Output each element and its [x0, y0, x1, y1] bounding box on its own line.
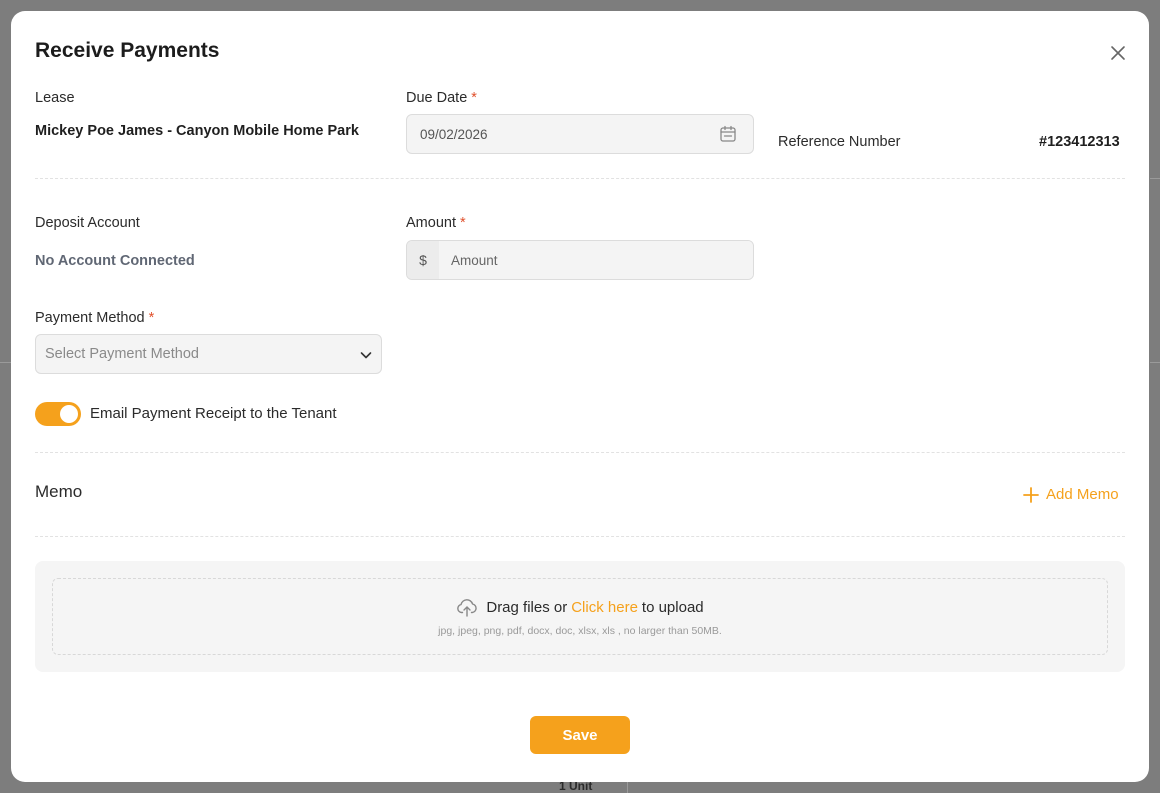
section-divider — [35, 178, 1125, 179]
payment-method-placeholder: Select Payment Method — [45, 346, 199, 362]
upload-area: Drag files or Click here to upload jpg, … — [35, 561, 1125, 672]
add-memo-button[interactable]: Add Memo — [1023, 486, 1119, 503]
reference-number-value: #123412313 — [1039, 134, 1120, 150]
file-drop-zone[interactable]: Drag files or Click here to upload jpg, … — [52, 578, 1108, 655]
chevron-down-icon — [360, 352, 372, 359]
payment-method-label: Payment Method * — [35, 310, 154, 326]
lease-value: Mickey Poe James - Canyon Mobile Home Pa… — [35, 123, 359, 139]
add-memo-label: Add Memo — [1046, 486, 1119, 503]
required-mark: * — [460, 215, 466, 231]
memo-label: Memo — [35, 482, 83, 501]
lease-label: Lease — [35, 90, 75, 106]
upload-text-before: Drag files or — [486, 598, 568, 616]
upload-text-after: to upload — [641, 598, 704, 616]
payment-method-label-text: Payment Method — [35, 310, 145, 326]
due-date-label: Due Date * — [406, 90, 477, 106]
upload-file-types-hint: jpg, jpeg, png, pdf, docx, doc, xlsx, xl… — [438, 625, 722, 637]
currency-prefix: $ — [407, 241, 439, 279]
required-mark: * — [148, 310, 155, 326]
required-mark: * — [471, 90, 477, 106]
cloud-upload-icon — [457, 599, 478, 617]
amount-label-text: Amount — [406, 215, 456, 231]
section-divider — [35, 452, 1125, 453]
plus-icon — [1023, 486, 1039, 503]
close-icon[interactable] — [1107, 42, 1129, 64]
deposit-account-label: Deposit Account — [35, 215, 140, 231]
deposit-account-value: No Account Connected — [35, 253, 195, 269]
payment-method-select[interactable]: Select Payment Method — [35, 334, 382, 374]
section-divider — [35, 536, 1125, 537]
amount-label: Amount * — [406, 215, 466, 231]
email-receipt-toggle[interactable] — [35, 402, 81, 426]
due-date-field[interactable]: 09/02/2026 — [406, 114, 754, 154]
background-divider — [1150, 362, 1160, 363]
calendar-icon[interactable] — [719, 125, 737, 143]
amount-field: $ — [406, 240, 754, 280]
upload-instructions: Drag files or Click here to upload — [53, 596, 1107, 618]
due-date-label-text: Due Date — [406, 90, 468, 106]
amount-input[interactable] — [439, 241, 753, 279]
save-button[interactable]: Save — [530, 716, 630, 754]
upload-click-here-link[interactable]: Click here — [571, 599, 638, 616]
reference-number-label: Reference Number — [778, 134, 901, 150]
background-divider — [1150, 178, 1160, 179]
background-divider — [627, 782, 628, 793]
toggle-knob — [60, 405, 78, 423]
email-receipt-label: Email Payment Receipt to the Tenant — [90, 405, 337, 422]
receive-payments-modal: Receive Payments Lease Mickey Poe James … — [11, 11, 1149, 782]
background-divider — [0, 362, 11, 363]
due-date-value: 09/02/2026 — [420, 127, 488, 142]
modal-title: Receive Payments — [35, 39, 220, 62]
